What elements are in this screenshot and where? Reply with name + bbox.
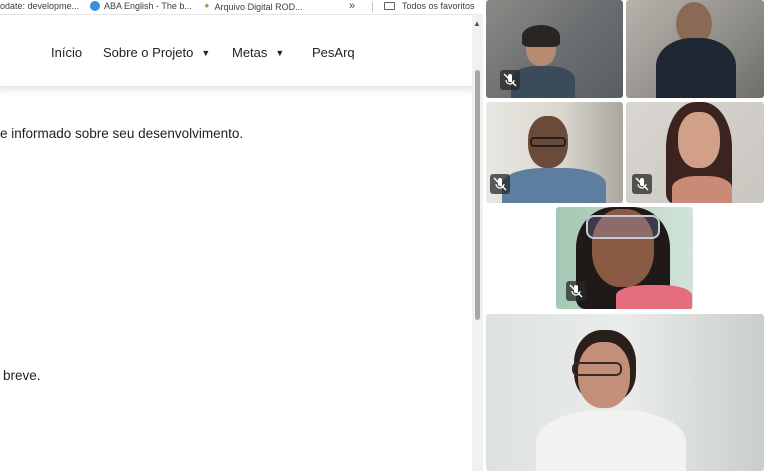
participant-body [502,168,606,203]
bookmark-item[interactable]: ABA English - The b... [90,1,192,11]
nav-pesarq-label: PesArq [312,45,355,60]
participant-tile-speaker[interactable] [486,314,764,471]
video-call-panel [483,0,768,471]
participant-tile[interactable] [486,0,623,98]
scroll-thumb[interactable] [475,70,480,320]
nav-pesarq[interactable]: PesArq [312,45,355,60]
mic-muted-icon [500,70,520,90]
bookmark-label: Arquivo Digital ROD... [214,1,303,12]
bookmark-item[interactable]: ✦ Arquivo Digital ROD... [203,1,303,12]
mic-muted-icon [490,174,510,194]
bookmarks-divider [372,2,373,12]
glasses-icon [586,215,660,239]
mic-muted-icon [632,174,652,194]
glasses-icon [572,362,622,376]
bookmarks-more-button[interactable]: » [349,0,355,12]
nav-sobre[interactable]: Sobre o Projeto ▼ [103,45,210,60]
participant-body [536,410,686,471]
participant-body [672,176,732,203]
all-bookmarks-label: Todos os favoritos [402,1,475,11]
glasses-icon [530,137,566,147]
content-line: breve. [3,368,41,383]
nav-inicio-label: Início [51,45,83,60]
nav-metas-label: Metas [232,45,268,60]
participant-face [678,112,720,168]
participant-hair [522,25,560,47]
all-bookmarks-button[interactable]: Todos os favoritos [384,1,475,11]
participant-body [656,38,736,98]
participant-tile[interactable] [556,207,693,309]
navbar-shadow [0,86,472,94]
site-navbar: Início Sobre o Projeto ▼ Metas ▼ PesArq [0,15,472,87]
archive-icon: ✦ [203,1,211,11]
participant-tile[interactable] [486,102,623,203]
page-scrollbar[interactable]: ▲ [472,15,483,471]
bookmark-label: ABA English - The b... [104,1,192,11]
bookmark-item[interactable]: odate: developme... [0,1,79,11]
browser-content: odate: developme... ABA English - The b.… [0,0,483,471]
bookmark-label: odate: developme... [0,1,80,11]
nav-inicio[interactable]: Início [51,45,82,60]
caret-down-icon: ▼ [201,47,211,58]
participant-tile[interactable] [626,102,764,203]
nav-metas[interactable]: Metas ▼ [232,45,284,60]
scroll-up-arrow-icon[interactable]: ▲ [473,19,481,28]
content-line: e informado sobre seu desenvolvimento. [0,126,244,141]
participant-body [616,285,692,309]
caret-down-icon: ▼ [275,47,285,58]
mic-muted-icon [566,281,586,301]
globe-icon [90,1,100,11]
participant-tile[interactable] [626,0,764,98]
participant-body [511,66,575,98]
bookmarks-bar: odate: developme... ABA English - The b.… [0,0,483,15]
folder-icon [384,2,395,10]
nav-sobre-label: Sobre o Projeto [103,45,194,60]
